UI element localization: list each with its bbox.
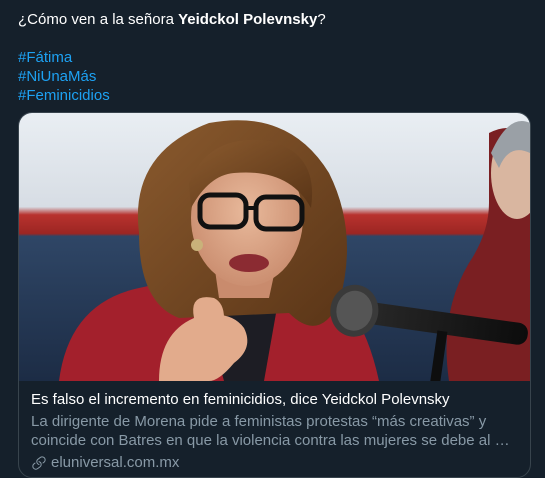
card-title: Es falso el incremento en feminicidios, …: [31, 391, 450, 408]
card-image[interactable]: [19, 113, 530, 381]
link-icon: [32, 455, 46, 470]
hashtag-list: #Fátima #NiUnaMás #Feminicidios: [18, 48, 533, 105]
card-description-line: coincide con Batres en que la violencia …: [31, 432, 510, 449]
tweet-text-prefix: ¿Cómo ven a la señora: [18, 11, 179, 28]
hashtag-fatima[interactable]: #Fátima: [18, 48, 533, 67]
tweet-text-bold-name: Yeidckol Polevnsky: [178, 11, 318, 28]
card-domain: eluniversal.com.mx: [31, 453, 518, 472]
card-body: Es falso el incremento en feminicidios, …: [19, 381, 530, 472]
card-description-line: La dirigente de Morena pide a feministas…: [31, 413, 487, 430]
news-photo-image: [19, 113, 530, 381]
tweet-text-suffix: ?: [317, 11, 326, 28]
tweet-text: ¿Cómo ven a la señora Yeidckol Polevnsky…: [18, 10, 533, 105]
hashtag-feminicidios[interactable]: #Feminicidios: [18, 86, 533, 105]
hashtag-niunamas[interactable]: #NiUnaMás: [18, 67, 533, 86]
tweet-sentence: ¿Cómo ven a la señora Yeidckol Polevnsky…: [18, 10, 533, 29]
link-preview-card[interactable]: Es falso el incremento en feminicidios, …: [18, 112, 531, 478]
card-domain-text: eluniversal.com.mx: [51, 454, 180, 471]
card-description: La dirigente de Morena pide a feministas…: [31, 412, 518, 450]
